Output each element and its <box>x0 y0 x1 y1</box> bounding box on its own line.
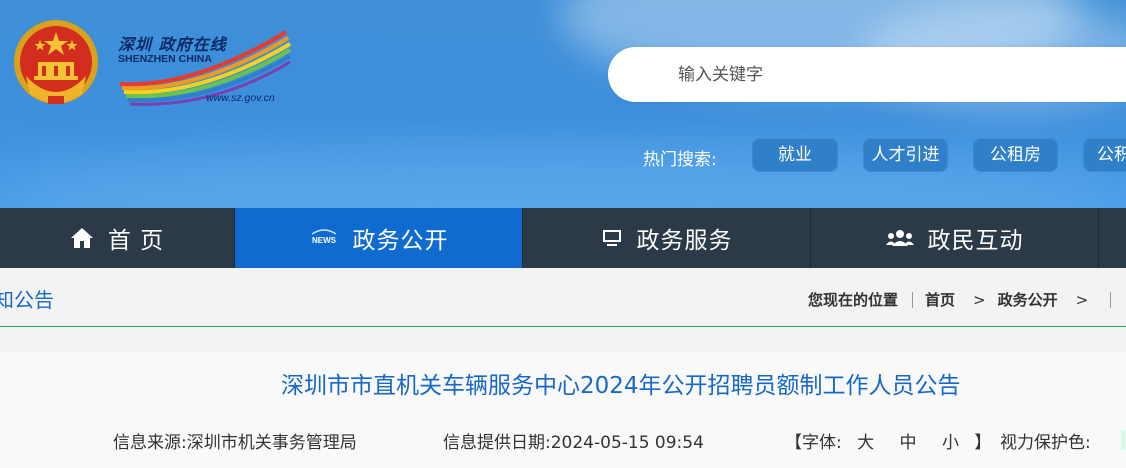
main-nav: 首 页 NEWS 政务公开 政务服务 政民互动 <box>0 208 1126 268</box>
logo-english-text: SHENZHEN CHINA <box>118 53 212 65</box>
font-size-large-button[interactable]: 大 <box>857 433 874 453</box>
home-icon <box>70 227 94 249</box>
news-icon: NEWS <box>309 228 339 248</box>
monitor-icon <box>601 229 623 247</box>
hot-search-tag[interactable]: 公积 <box>1083 138 1126 172</box>
breadcrumb-divider <box>1110 291 1112 308</box>
section-title[interactable]: 知公告 <box>0 284 54 313</box>
article-title: 深圳市市直机关车辆服务中心2024年公开招聘员额制工作人员公告 <box>281 373 961 399</box>
eye-care-color-swatch[interactable] <box>1121 430 1126 450</box>
site-header: 深圳 政府在线 SHENZHEN CHINA www.sz.gov.cn 热门搜… <box>0 0 1126 208</box>
nav-item-label: 政务服务 <box>636 228 733 254</box>
nav-item-label: 首 页 <box>107 228 165 254</box>
hot-search-tag[interactable]: 就业 <box>752 138 838 172</box>
article-source: 信息来源:深圳市机关事务管理局 <box>113 433 357 453</box>
font-size-label: 【字体: <box>785 433 842 453</box>
logo-chinese-text: 深圳 政府在线 <box>118 35 227 54</box>
nav-item-government-services[interactable]: 政务服务 <box>523 208 811 268</box>
breadcrumb-bar: 知公告 您现在的位置 首页 > 政务公开 > <box>0 268 1126 327</box>
breadcrumb-prefix: 您现在的位置 <box>808 291 899 309</box>
hot-search-label: 热门搜索: <box>643 150 717 170</box>
national-emblem-icon[interactable] <box>12 16 100 108</box>
hot-search-tag[interactable]: 公租房 <box>973 138 1058 172</box>
header-haze <box>0 150 1126 208</box>
nav-item-government-affairs[interactable]: NEWS 政务公开 <box>235 208 523 268</box>
breadcrumb-link-government-affairs[interactable]: 政务公开 <box>998 289 1058 310</box>
article-header: 深圳市市直机关车辆服务中心2024年公开招聘员额制工作人员公告 信息来源:深圳市… <box>0 352 1126 468</box>
font-size-controls: 【字体: 大 中 小 】 <box>785 428 991 453</box>
font-size-bracket: 】 <box>974 433 992 453</box>
breadcrumb-divider <box>912 291 914 308</box>
breadcrumb: 您现在的位置 首页 > 政务公开 > <box>808 289 1112 310</box>
nav-item-label: 政民互动 <box>927 228 1024 254</box>
nav-item-overflow[interactable] <box>1099 208 1126 268</box>
logo-url-text: www.sz.gov.cn <box>206 92 275 104</box>
breadcrumb-separator: > <box>973 290 986 309</box>
nav-item-home[interactable]: 首 页 <box>0 208 235 268</box>
people-icon <box>885 229 914 247</box>
nav-item-public-interaction[interactable]: 政民互动 <box>811 208 1099 268</box>
search-box <box>608 47 1126 102</box>
breadcrumb-link-home[interactable]: 首页 <box>925 289 955 310</box>
font-size-small-button[interactable]: 小 <box>942 433 959 453</box>
svg-text:NEWS: NEWS <box>312 236 337 245</box>
nav-item-label: 政务公开 <box>352 228 449 254</box>
hot-search-tag[interactable]: 人才引进 <box>863 138 948 172</box>
article-date: 信息提供日期:2024-05-15 09:54 <box>443 433 704 453</box>
eye-care-label: 视力保护色: <box>1000 433 1091 453</box>
breadcrumb-separator: > <box>1075 290 1089 309</box>
search-input[interactable] <box>678 47 1118 102</box>
font-size-medium-button[interactable]: 中 <box>900 433 917 453</box>
